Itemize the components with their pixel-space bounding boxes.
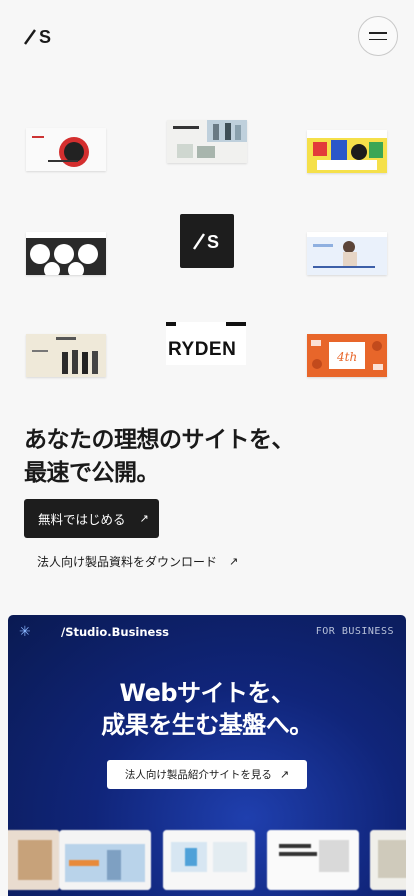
- start-free-label: 無料ではじめる: [38, 512, 126, 527]
- business-case-card[interactable]: [163, 830, 255, 890]
- business-case-card[interactable]: [370, 830, 406, 890]
- ryden-logo: RYDEN: [168, 339, 237, 360]
- showcase-thumbnail[interactable]: [26, 334, 106, 377]
- studio-logo-icon[interactable]: S: [24, 27, 54, 45]
- site-header: S: [0, 0, 414, 72]
- download-materials-label: 法人向け製品資料をダウンロード: [37, 555, 218, 569]
- showcase-thumbnail[interactable]: [307, 232, 387, 275]
- business-headline-line: Webサイトを、: [119, 679, 295, 707]
- showcase-thumbnail[interactable]: [307, 130, 387, 173]
- svg-text:4th: 4th: [336, 350, 357, 364]
- external-arrow-icon: ↗: [279, 768, 290, 781]
- business-brand: /Studio.Business: [61, 625, 170, 639]
- business-headline-line: 成果を生む基盤へ。: [101, 711, 313, 739]
- showcase-thumbnail[interactable]: RYDEN: [166, 322, 246, 365]
- hero-headline: あなたの理想のサイトを、 最速で公開。: [24, 424, 394, 490]
- hero-headline-line: あなたの理想のサイトを、: [24, 427, 295, 453]
- business-case-card[interactable]: [8, 830, 60, 890]
- business-case-card[interactable]: [59, 830, 151, 890]
- business-section: ✳ /Studio.Business FOR BUSINESS Webサイトを、…: [8, 615, 406, 896]
- showcase-thumbnail[interactable]: [26, 128, 106, 171]
- hero-headline-line: 最速で公開。: [24, 460, 160, 486]
- business-site-button[interactable]: 法人向け製品紹介サイトを見る ↗: [107, 760, 307, 789]
- start-free-button[interactable]: 無料ではじめる ↗: [24, 499, 159, 538]
- business-case-card[interactable]: [267, 830, 359, 890]
- external-arrow-icon: ↗: [229, 555, 239, 568]
- business-headline: Webサイトを、 成果を生む基盤へ。: [8, 677, 406, 741]
- hamburger-icon[interactable]: [358, 16, 398, 56]
- svg-text:S: S: [39, 27, 51, 45]
- asterisk-icon: ✳: [19, 624, 31, 640]
- business-site-label: 法人向け製品紹介サイトを見る: [124, 769, 272, 781]
- studio-logo-icon: S: [180, 214, 234, 268]
- external-arrow-icon: ↗: [139, 512, 149, 525]
- download-materials-link[interactable]: 法人向け製品資料をダウンロード ↗: [37, 553, 238, 570]
- showcase-thumbnail[interactable]: 4th: [307, 334, 387, 377]
- business-tag: FOR BUSINESS: [315, 626, 394, 637]
- showcase-thumbnail[interactable]: [26, 232, 106, 275]
- svg-text:S: S: [207, 232, 219, 251]
- showcase-thumbnail[interactable]: [167, 120, 247, 163]
